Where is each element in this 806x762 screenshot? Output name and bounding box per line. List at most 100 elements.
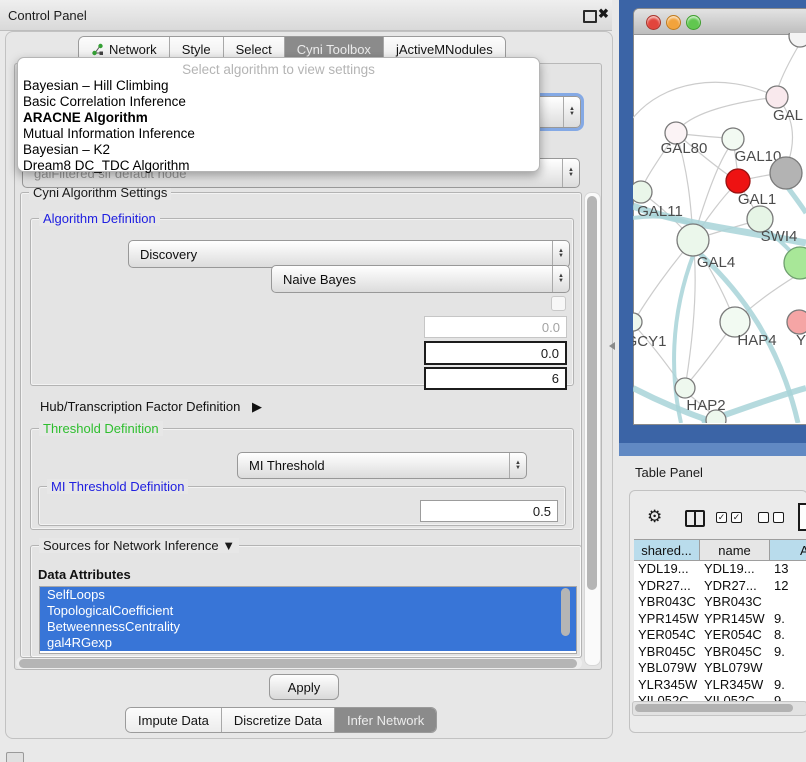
mi-steps-field[interactable]: 6 — [424, 367, 567, 390]
network-node-label: Y — [796, 332, 806, 349]
desktop-band — [619, 443, 806, 456]
popup-item[interactable]: Mutual Information Inference — [18, 126, 539, 142]
control-panel-titlebar: Control Panel ✖ — [0, 0, 612, 31]
tab-discretize-data[interactable]: Discretize Data — [222, 708, 335, 732]
expand-right-icon[interactable]: ▶ — [252, 399, 262, 414]
scrollbar-thumb[interactable] — [587, 196, 597, 590]
table-row[interactable]: YIL052CYIL052C9 — [634, 693, 806, 701]
popup-item[interactable]: ARACNE Algorithm — [18, 110, 539, 126]
checked-checkbox-icon[interactable]: ✓ — [731, 512, 742, 523]
scrollbar-thumb[interactable] — [561, 588, 570, 636]
gear-icon[interactable]: ⚙ — [647, 507, 662, 527]
splitter-collapse-icon[interactable] — [609, 342, 615, 350]
table-row[interactable]: YLR345WYLR345W9. — [634, 677, 806, 694]
popup-item[interactable]: Bayesian – K2 — [18, 142, 539, 158]
attribute-list-item[interactable]: TopologicalCoefficient — [40, 603, 576, 619]
kernel-width-field[interactable]: 0.0 — [424, 316, 567, 338]
network-node-gal1[interactable] — [726, 169, 750, 193]
table-row[interactable]: YDL19...YDL19...13 — [634, 561, 806, 578]
settings-vertical-scrollbar[interactable] — [584, 192, 601, 666]
network-node-gcy1[interactable] — [633, 313, 642, 331]
network-node[interactable] — [789, 33, 806, 47]
data-attributes-list[interactable]: SelfLoopsTopologicalCoefficientBetweenne… — [39, 586, 577, 654]
table-column-header[interactable]: shared... — [634, 540, 700, 560]
network-node-label: GAL11 — [637, 203, 683, 220]
attribute-list-item[interactable]: BetweennessCentrality — [40, 619, 576, 635]
network-node-label: GAL4 — [697, 254, 735, 271]
network-icon — [91, 43, 104, 56]
split-columns-icon[interactable] — [685, 510, 705, 527]
sources-title[interactable]: Sources for Network Inference ▼ — [39, 538, 239, 553]
network-window-titlebar[interactable] — [634, 9, 806, 35]
network-node[interactable] — [784, 247, 806, 279]
network-canvas[interactable]: GALGAL80GAL10GAL1GAL11SWI4GAL4GCY1HAP4YH… — [633, 33, 806, 423]
close-traffic-light[interactable] — [646, 15, 661, 30]
table-row[interactable]: YDR27...YDR27...12 — [634, 578, 806, 595]
mi-threshold-field[interactable]: 0.5 — [420, 500, 558, 522]
stepper-arrows-icon[interactable]: ▲▼ — [552, 266, 569, 292]
float-panel-icon[interactable] — [583, 10, 597, 23]
network-node-label: HAP4 — [737, 332, 776, 349]
document-icon[interactable] — [798, 503, 806, 531]
network-node-y[interactable] — [787, 310, 806, 334]
network-node-hap2[interactable] — [675, 378, 695, 398]
checked-checkbox-icon[interactable]: ✓ — [716, 512, 727, 523]
tab-impute-data[interactable]: Impute Data — [126, 708, 222, 732]
dpi-tolerance-field[interactable]: 0.0 — [424, 341, 567, 365]
which-threshold-combo[interactable]: MI Threshold ▲▼ — [237, 452, 527, 479]
network-node-label: GAL80 — [661, 140, 708, 157]
table-header-row: shared...nameA — [634, 539, 806, 561]
stepper-arrows-icon[interactable]: ▲▼ — [562, 159, 579, 187]
mi-type-combo[interactable]: Naive Bayes ▲▼ — [271, 265, 570, 293]
unchecked-checkbox-icon[interactable] — [758, 512, 769, 523]
network-node-gal11[interactable] — [633, 181, 652, 203]
threshold-definition-title: Threshold Definition — [39, 421, 163, 436]
stepper-arrows-icon[interactable]: ▲▼ — [552, 241, 569, 267]
scrollbar-thumb[interactable] — [19, 659, 577, 668]
table-row[interactable]: YPR145WYPR145W9. — [634, 611, 806, 628]
hub-definition-toggle[interactable]: Hub/Transcription Factor Definition ▶ — [40, 399, 262, 415]
network-node-label: GAL1 — [738, 191, 776, 208]
network-node-gal[interactable] — [766, 86, 788, 108]
minimize-traffic-light[interactable] — [666, 15, 681, 30]
stepper-arrows-icon[interactable]: ▲▼ — [563, 97, 580, 127]
algorithm-dropdown-popup: Select algorithm to view settings Bayesi… — [17, 57, 540, 172]
table-column-header[interactable]: A — [770, 540, 806, 560]
aracne-mode-value: Discovery — [129, 247, 552, 262]
popup-item[interactable]: Basic Correlation Inference — [18, 94, 539, 110]
expand-down-icon[interactable]: ▼ — [222, 538, 235, 553]
settings-horizontal-scrollbar[interactable] — [16, 657, 582, 669]
popup-placeholder: Select algorithm to view settings — [18, 61, 539, 78]
tab-infer-network[interactable]: Infer Network — [335, 708, 436, 732]
table-panel-body: ⚙ ✓ ✓ shared...nameA YDL19...YDL19...13Y… — [629, 490, 806, 733]
network-node-label: GAL — [773, 107, 803, 124]
apply-button[interactable]: Apply — [269, 674, 339, 700]
mi-type-value: Naive Bayes — [272, 272, 552, 287]
network-node-label: GCY1 — [633, 333, 666, 350]
panel-title: Control Panel — [8, 8, 87, 23]
table-row[interactable]: YBR045CYBR045C9. — [634, 644, 806, 661]
scrollbar-thumb[interactable] — [635, 704, 793, 712]
table-row[interactable]: YBL079WYBL079W — [634, 660, 806, 677]
attribute-list-item[interactable]: SelfLoops — [40, 587, 576, 603]
popup-item[interactable]: Bayesian – Hill Climbing — [18, 78, 539, 94]
attributes-list-scrollbar[interactable] — [560, 588, 571, 648]
aracne-mode-combo[interactable]: Discovery ▲▼ — [128, 240, 570, 268]
manual-kernel-checkbox[interactable] — [551, 296, 566, 311]
table-column-header[interactable]: name — [700, 540, 770, 560]
network-node[interactable] — [770, 157, 802, 189]
network-edge[interactable] — [778, 45, 799, 88]
table-horizontal-scrollbar[interactable] — [632, 701, 806, 716]
close-icon[interactable]: ✖ — [598, 6, 609, 22]
unchecked-checkbox-icon[interactable] — [773, 512, 784, 523]
stepper-arrows-icon[interactable]: ▲▼ — [509, 453, 526, 478]
table-row[interactable]: YBR043CYBR043C — [634, 594, 806, 611]
network-node-gal4[interactable] — [677, 224, 709, 256]
table-row[interactable]: YER054CYER054C8. — [634, 627, 806, 644]
popup-item[interactable]: Dream8 DC_TDC Algorithm — [18, 158, 539, 174]
attribute-list-item[interactable]: gal4RGexp — [40, 635, 576, 651]
zoom-traffic-light[interactable] — [686, 15, 701, 30]
network-edge[interactable] — [678, 97, 777, 130]
network-node-gal10[interactable] — [722, 128, 744, 150]
data-attributes-label: Data Attributes — [38, 567, 131, 582]
